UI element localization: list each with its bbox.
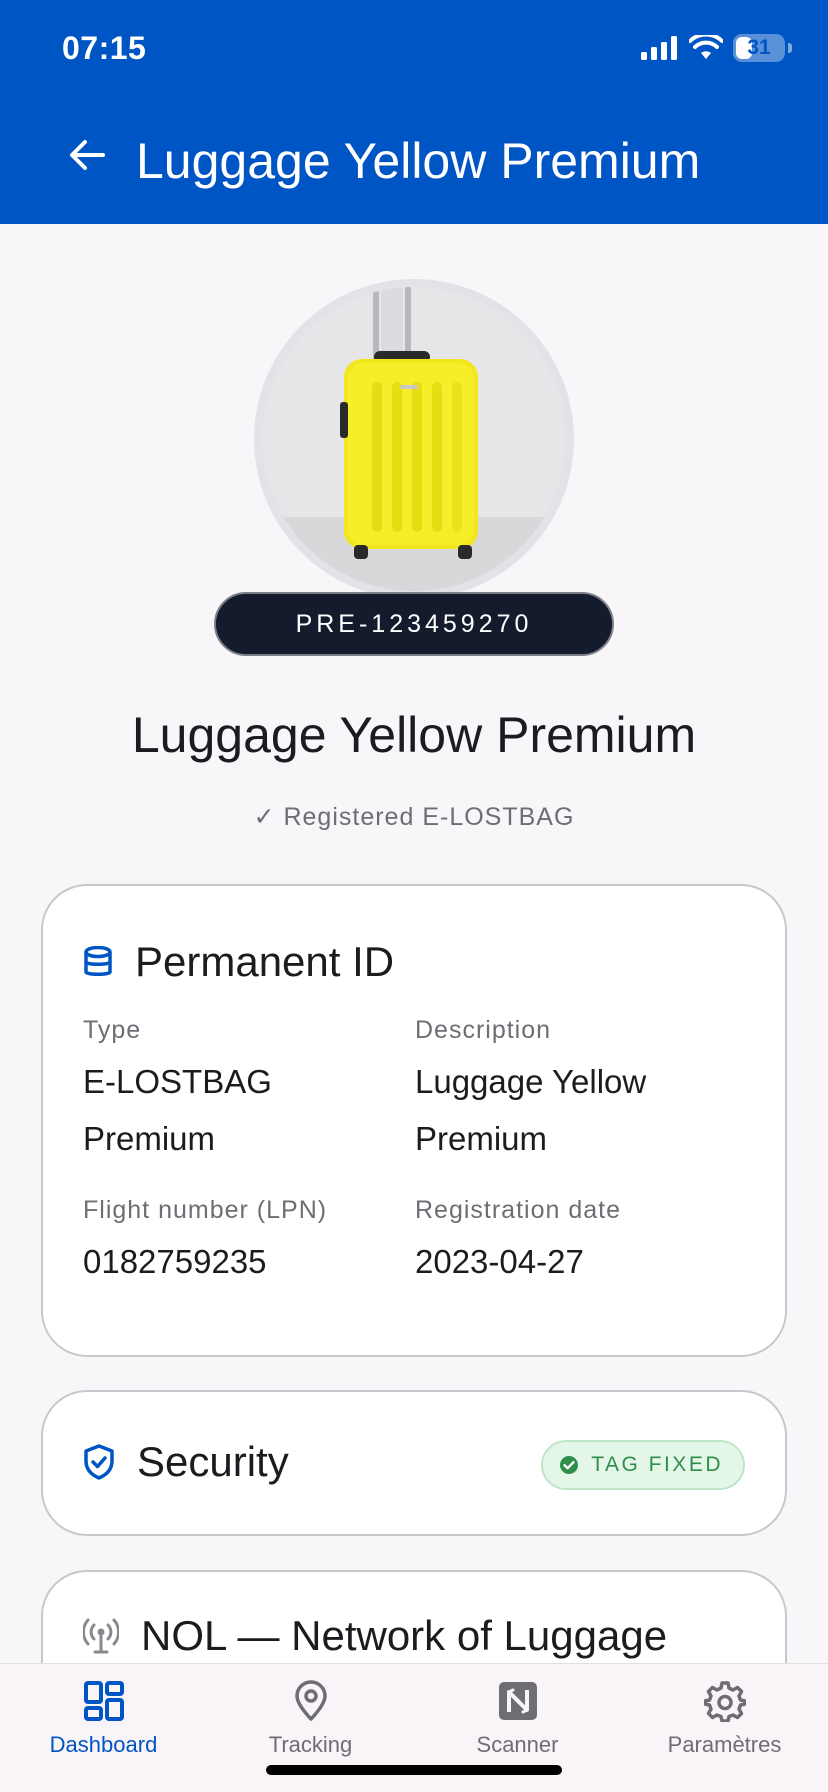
nav-parametres[interactable]: Paramètres: [621, 1664, 828, 1792]
nav-dashboard[interactable]: Dashboard: [0, 1664, 207, 1792]
nav-scanner-label: Scanner: [476, 1732, 559, 1757]
battery-level: 31: [747, 36, 771, 59]
field-type: Type E-LOSTBAG Premium: [83, 1016, 383, 1167]
nav-tracking-label: Tracking: [268, 1732, 353, 1757]
back-button[interactable]: [62, 130, 112, 180]
app-header: 07:15 31 Luggage Yellow Premium: [0, 0, 828, 224]
battery-icon: 31: [733, 34, 785, 62]
home-indicator: [266, 1765, 562, 1775]
nol-title: NOL — Network of Luggage: [141, 1612, 668, 1659]
arrow-left-icon: [70, 140, 105, 170]
status-badge: TAG FIXED: [541, 1440, 745, 1490]
badge-label: TAG FIXED: [591, 1453, 723, 1476]
permanent-id-card: Permanent ID Type E-LOSTBAG Premium Desc…: [41, 884, 787, 1357]
field-registration-date: Registration date 2023-04-27: [415, 1196, 735, 1290]
page-title: Luggage Yellow Premium: [136, 133, 701, 189]
nav-dashboard-label: Dashboard: [49, 1732, 158, 1757]
map-pin-icon: [294, 1680, 327, 1721]
field-registration-date-value: 2023-04-27: [415, 1243, 584, 1280]
shield-check-icon: [84, 1444, 114, 1480]
field-flight-number-label: Flight number (LPN): [83, 1196, 328, 1224]
permanent-id-title: Permanent ID: [135, 938, 395, 985]
security-card[interactable]: Security TAG FIXED: [41, 1390, 787, 1536]
field-description: Description Luggage Yellow Premium: [415, 1016, 735, 1167]
status-time: 07:15: [62, 30, 147, 66]
id-code-pill: PRE-123459270: [214, 592, 614, 656]
nfc-icon: [498, 1682, 537, 1720]
nav-parametres-label: Paramètres: [667, 1732, 782, 1757]
field-type-label: Type: [83, 1016, 142, 1044]
suitcase-image: [262, 287, 566, 591]
database-icon: [84, 946, 112, 976]
security-title: Security: [137, 1438, 289, 1485]
item-title: Luggage Yellow Premium: [131, 707, 697, 763]
field-flight-number-value: 0182759235: [83, 1243, 267, 1280]
broadcast-icon: [83, 1618, 119, 1654]
luggage-photo: [254, 279, 574, 599]
signal-icon: [641, 36, 677, 60]
registration-status: ✓ Registered E-LOSTBAG: [253, 803, 575, 831]
security-header: Security: [83, 1438, 289, 1486]
permanent-id-header: Permanent ID: [83, 938, 394, 986]
field-description-value: Luggage Yellow Premium: [415, 1063, 647, 1157]
field-flight-number: Flight number (LPN) 0182759235: [83, 1196, 403, 1290]
status-icons: 31: [641, 34, 792, 62]
check-circle-icon: [560, 1456, 579, 1474]
gear-icon: [703, 1681, 746, 1722]
field-description-label: Description: [415, 1016, 552, 1044]
field-type-value: E-LOSTBAG Premium: [83, 1063, 272, 1157]
field-registration-date-label: Registration date: [415, 1196, 622, 1224]
wifi-icon: [689, 35, 723, 59]
dashboard-icon: [83, 1681, 124, 1721]
nol-header: NOL — Network of Luggage: [83, 1612, 667, 1660]
